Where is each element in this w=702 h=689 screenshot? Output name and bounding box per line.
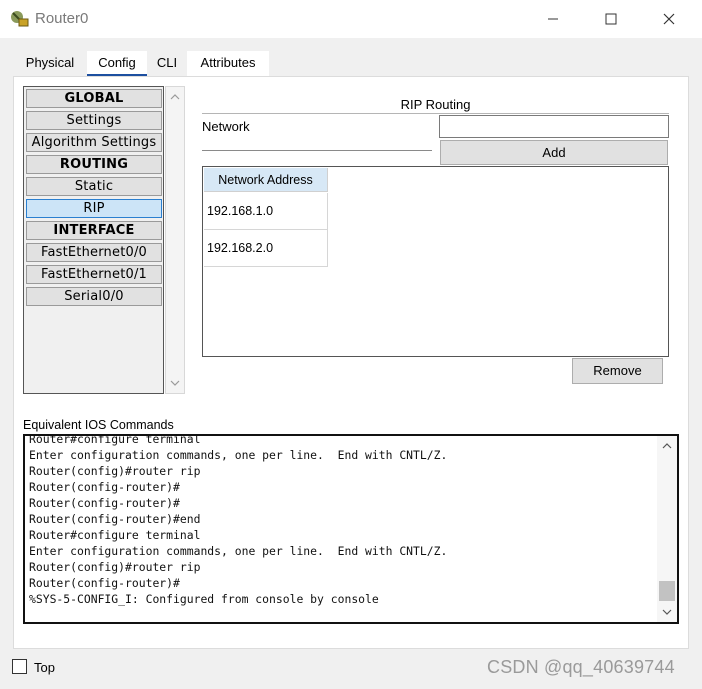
ios-commands-label: Equivalent IOS Commands [23, 418, 174, 432]
console-scrollbar[interactable] [657, 436, 677, 622]
tab-bar: Physical Config CLI Attributes [13, 51, 689, 76]
router-icon [10, 9, 30, 29]
tab-cli[interactable]: CLI [147, 51, 187, 76]
table-row[interactable]: 192.168.2.0 [204, 230, 328, 267]
network-address-table: Network Address 192.168.1.0 192.168.2.0 [202, 166, 669, 357]
ios-commands-console[interactable]: Router#configure terminal Enter configur… [23, 434, 679, 624]
console-line: Router(config-router)# [29, 496, 180, 510]
sidebar-header-global: GLOBAL [26, 89, 162, 108]
chevron-down-icon[interactable] [166, 375, 184, 391]
tab-config[interactable]: Config [87, 51, 147, 76]
console-line: Router(config-router)#end [29, 512, 201, 526]
console-output: Router#configure terminal Enter configur… [29, 434, 655, 607]
tab-attributes[interactable]: Attributes [187, 51, 269, 76]
console-line: Router#configure terminal [29, 528, 201, 542]
table-row[interactable]: 192.168.1.0 [204, 193, 328, 230]
remove-button[interactable]: Remove [572, 358, 663, 384]
close-icon[interactable] [646, 0, 692, 38]
sidebar-scrollbar[interactable] [165, 86, 185, 394]
minimize-icon[interactable] [530, 0, 576, 38]
tab-physical[interactable]: Physical [13, 51, 87, 76]
network-address-header: Network Address [204, 168, 328, 192]
maximize-icon[interactable] [588, 0, 634, 38]
sidebar-item-serial0-0[interactable]: Serial0/0 [26, 287, 162, 306]
console-line: Enter configuration commands, one per li… [29, 448, 448, 462]
console-line: Router(config-router)# [29, 480, 180, 494]
add-button[interactable]: Add [440, 140, 668, 165]
sidebar-header-interface: INTERFACE [26, 221, 162, 240]
sidebar-header-routing: ROUTING [26, 155, 162, 174]
sidebar-item-fastethernet0-0[interactable]: FastEthernet0/0 [26, 243, 162, 262]
sidebar-item-fastethernet0-1[interactable]: FastEthernet0/1 [26, 265, 162, 284]
network-label: Network [202, 119, 250, 134]
top-checkbox[interactable] [12, 659, 27, 674]
console-line: Enter configuration commands, one per li… [29, 544, 448, 558]
network-divider [202, 150, 432, 151]
rip-routing-title: RIP Routing [400, 97, 471, 112]
console-line: %SYS-5-CONFIG_I: Configured from console… [29, 592, 379, 606]
console-line: Router(config-router)# [29, 576, 180, 590]
scrollbar-thumb[interactable] [659, 581, 675, 601]
sidebar-item-algorithm-settings[interactable]: Algorithm Settings [26, 133, 162, 152]
sidebar-item-static[interactable]: Static [26, 177, 162, 196]
network-input[interactable] [439, 115, 669, 138]
watermark: CSDN @qq_40639744 [487, 657, 675, 677]
top-label: Top [34, 660, 55, 675]
window-title: Router0 [35, 10, 89, 27]
title-divider [202, 113, 669, 114]
console-line: Router(config)#router rip [29, 464, 201, 478]
console-line: Router(config)#router rip [29, 560, 201, 574]
sidebar-item-settings[interactable]: Settings [26, 111, 162, 130]
config-sidebar: GLOBAL Settings Algorithm Settings ROUTI… [23, 86, 164, 394]
title-bar: Router0 [0, 0, 702, 38]
console-line: Router#configure terminal [29, 434, 201, 446]
chevron-up-icon[interactable] [658, 438, 676, 454]
chevron-up-icon[interactable] [166, 89, 184, 105]
sidebar-item-rip[interactable]: RIP [26, 199, 162, 218]
chevron-down-icon[interactable] [658, 604, 676, 620]
